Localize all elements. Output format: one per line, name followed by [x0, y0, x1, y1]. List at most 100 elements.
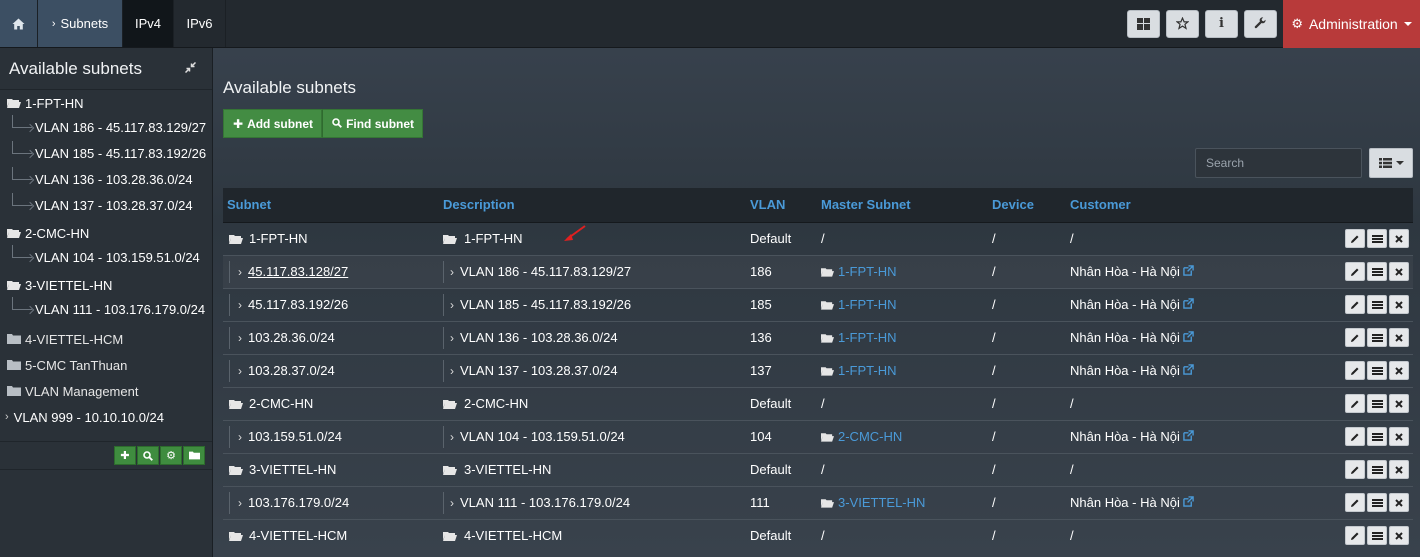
master-subnet-link[interactable]: 3-VIETTEL-HN [821, 495, 988, 510]
external-link-icon[interactable] [1183, 495, 1194, 510]
subnet-link[interactable]: 103.159.51.0/24 [248, 429, 342, 444]
list-details-icon[interactable] [1367, 493, 1387, 512]
dashboard-button[interactable] [1127, 9, 1160, 38]
tree-group-3-viettel-hn[interactable]: 3-VIETTEL-HN [0, 274, 212, 296]
col-header-device[interactable]: Device [988, 188, 1066, 223]
table-row[interactable]: › 103.159.51.0/24 › VLAN 104 - 103.159.51.0… [223, 419, 1413, 453]
tree-item-vlan-999[interactable]: › VLAN 999 - 10.10.10.0/24 [0, 404, 212, 430]
search-icon[interactable] [137, 446, 159, 465]
columns-dropdown[interactable] [1369, 148, 1413, 178]
edit-icon[interactable] [1345, 394, 1365, 413]
table-group-row[interactable]: 1-FPT-HN 1-FPT-HN Default / / / [223, 221, 1413, 255]
add-icon[interactable]: ✚ [114, 446, 136, 465]
delete-icon[interactable] [1389, 328, 1409, 347]
subnet-link[interactable]: 103.176.179.0/24 [248, 495, 349, 510]
table-row[interactable]: › 103.28.36.0/24 › VLAN 136 - 103.28.36.0/2… [223, 320, 1413, 354]
list-details-icon[interactable] [1367, 427, 1387, 446]
tree-item-vlan-186[interactable]: VLAN 186 - 45.117.83.129/27 [0, 114, 212, 140]
table-group-row[interactable]: 2-CMC-HN 2-CMC-HN Default / / / [223, 386, 1413, 420]
search-input[interactable] [1195, 148, 1362, 178]
subnet-link[interactable]: 103.28.37.0/24 [248, 363, 335, 378]
edit-icon[interactable] [1345, 229, 1365, 248]
table-group-row[interactable]: 4-VIETTEL-HCM 4-VIETTEL-HCM Default / / / [223, 518, 1413, 552]
list-details-icon[interactable] [1367, 361, 1387, 380]
delete-icon[interactable] [1389, 361, 1409, 380]
delete-icon[interactable] [1389, 493, 1409, 512]
external-link-icon[interactable] [1183, 429, 1194, 444]
tab-ipv6[interactable]: IPv6 [174, 0, 226, 47]
external-link-icon[interactable] [1183, 330, 1194, 345]
info-button[interactable]: i [1205, 9, 1238, 38]
external-link-icon[interactable] [1183, 363, 1194, 378]
tree-group-4-viettel-hcm[interactable]: 4-VIETTEL-HCM [0, 326, 212, 352]
col-header-subnet[interactable]: Subnet [223, 188, 439, 223]
tree-group-5-cmc-tanthuan[interactable]: 5-CMC TanThuan [0, 352, 212, 378]
delete-icon[interactable] [1389, 427, 1409, 446]
tree-item-vlan-185[interactable]: VLAN 185 - 45.117.83.192/26 [0, 140, 212, 166]
subnet-label[interactable]: 2-CMC-HN [249, 396, 313, 411]
folder-icon[interactable] [183, 446, 205, 465]
delete-icon[interactable] [1389, 229, 1409, 248]
external-link-icon[interactable] [1183, 264, 1194, 279]
edit-icon[interactable] [1345, 328, 1365, 347]
list-details-icon[interactable] [1367, 295, 1387, 314]
master-subnet-link[interactable]: 1-FPT-HN [821, 264, 988, 279]
table-row[interactable]: › 45.117.83.192/26 › VLAN 185 - 45.117.83.1… [223, 287, 1413, 321]
edit-icon[interactable] [1345, 262, 1365, 281]
breadcrumb-subnets[interactable]: › Subnets [38, 0, 123, 47]
list-details-icon[interactable] [1367, 526, 1387, 546]
add-subnet-button[interactable]: ✚ Add subnet [223, 109, 323, 138]
delete-icon[interactable] [1389, 460, 1409, 479]
col-header-actions [1296, 188, 1413, 223]
compress-icon[interactable] [184, 61, 197, 76]
favourite-button[interactable] [1166, 9, 1199, 38]
subnet-link[interactable]: 45.117.83.128/27 [248, 264, 348, 279]
tree-item-vlan-104[interactable]: VLAN 104 - 103.159.51.0/24 [0, 244, 212, 270]
subnet-label[interactable]: 3-VIETTEL-HN [249, 462, 336, 477]
table-group-row[interactable]: 3-VIETTEL-HN 3-VIETTEL-HN Default / / / [223, 452, 1413, 486]
cogs-icon[interactable]: ⚙ [160, 446, 182, 465]
edit-icon[interactable] [1345, 526, 1365, 546]
subnet-label[interactable]: 4-VIETTEL-HCM [249, 528, 347, 543]
delete-icon[interactable] [1389, 394, 1409, 413]
edit-icon[interactable] [1345, 427, 1365, 446]
tree-item-vlan-137[interactable]: VLAN 137 - 103.28.37.0/24 [0, 192, 212, 218]
subnet-link[interactable]: 45.117.83.192/26 [248, 297, 348, 312]
tree-group-1-fpt-hn[interactable]: 1-FPT-HN [0, 92, 212, 114]
subnet-label[interactable]: 1-FPT-HN [249, 231, 308, 246]
master-subnet-link[interactable]: 1-FPT-HN [821, 297, 988, 312]
external-link-icon[interactable] [1183, 297, 1194, 312]
tree-group-vlan-management[interactable]: VLAN Management [0, 378, 212, 404]
tab-ipv4[interactable]: IPv4 [123, 0, 174, 47]
table-row[interactable]: › 45.117.83.128/27 › VLAN 186 - 45.117.83.1… [223, 254, 1413, 288]
home-button[interactable] [0, 0, 38, 47]
table-row[interactable]: › 103.176.179.0/24 › VLAN 111 - 103.176.179… [223, 485, 1413, 519]
tree-item-vlan-111[interactable]: VLAN 111 - 103.176.179.0/24 [0, 296, 212, 322]
edit-icon[interactable] [1345, 493, 1365, 512]
tree-group-2-cmc-hn[interactable]: 2-CMC-HN [0, 222, 212, 244]
tree-item-vlan-136[interactable]: VLAN 136 - 103.28.36.0/24 [0, 166, 212, 192]
col-header-vlan[interactable]: VLAN [746, 188, 817, 223]
col-header-description[interactable]: Description [439, 188, 746, 223]
edit-icon[interactable] [1345, 460, 1365, 479]
subnet-link[interactable]: 103.28.36.0/24 [248, 330, 335, 345]
edit-icon[interactable] [1345, 295, 1365, 314]
list-details-icon[interactable] [1367, 262, 1387, 281]
list-details-icon[interactable] [1367, 328, 1387, 347]
delete-icon[interactable] [1389, 526, 1409, 546]
tools-button[interactable] [1244, 9, 1277, 38]
delete-icon[interactable] [1389, 262, 1409, 281]
table-row[interactable]: › 103.28.37.0/24 › VLAN 137 - 103.28.37.0/2… [223, 353, 1413, 387]
find-subnet-button[interactable]: Find subnet [322, 109, 424, 138]
col-header-customer[interactable]: Customer [1066, 188, 1296, 223]
delete-icon[interactable] [1389, 295, 1409, 314]
col-header-master-subnet[interactable]: Master Subnet [817, 188, 988, 223]
master-subnet-link[interactable]: 1-FPT-HN [821, 363, 988, 378]
master-subnet-link[interactable]: 2-CMC-HN [821, 429, 988, 444]
list-details-icon[interactable] [1367, 229, 1387, 248]
list-details-icon[interactable] [1367, 460, 1387, 479]
list-details-icon[interactable] [1367, 394, 1387, 413]
edit-icon[interactable] [1345, 361, 1365, 380]
master-subnet-link[interactable]: 1-FPT-HN [821, 330, 988, 345]
administration-dropdown[interactable]: ⚙ Administration [1283, 0, 1420, 48]
